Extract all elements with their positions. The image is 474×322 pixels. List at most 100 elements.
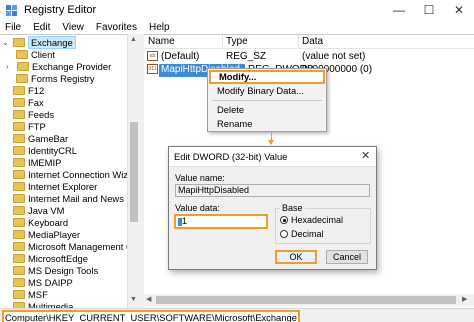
scroll-thumb[interactable] <box>156 296 456 304</box>
tree-item-label: F12 <box>28 85 45 96</box>
base-label: Base <box>280 203 305 213</box>
tree-item-label: Fax <box>28 97 44 108</box>
folder-icon <box>13 146 25 155</box>
radio-selected-icon[interactable] <box>280 216 288 224</box>
tree-vertical-scrollbar[interactable]: ▲ ▼ <box>127 34 139 308</box>
maximize-button[interactable]: ☐ <box>414 0 444 20</box>
column-data-header[interactable]: Data <box>302 36 323 47</box>
callout-arrow-icon <box>268 140 274 145</box>
scroll-left-arrow-icon[interactable]: ◀ <box>146 295 151 303</box>
tree-item-label: IMEMIP <box>28 157 62 168</box>
scroll-right-arrow-icon[interactable]: ▶ <box>462 295 467 303</box>
value-name: (Default) <box>161 51 200 62</box>
tree-item-label: Microsoft Management Console <box>28 241 140 252</box>
key-tree[interactable]: ⌄ Exchange Client › Exchange Provider Fo… <box>0 34 140 308</box>
folder-icon <box>13 218 25 227</box>
tree-item-label: Internet Mail and News <box>28 193 124 204</box>
radio-hexadecimal[interactable]: Hexadecimal <box>280 215 343 225</box>
open-folder-icon <box>13 38 25 47</box>
menu-help[interactable]: Help <box>149 22 170 33</box>
folder-icon <box>17 62 29 71</box>
radio-unselected-icon[interactable] <box>280 230 288 238</box>
folder-icon <box>13 278 25 287</box>
radio-label: Hexadecimal <box>291 215 344 225</box>
folder-icon <box>13 182 25 191</box>
menu-item-rename[interactable]: Rename <box>209 117 325 131</box>
ok-button[interactable]: OK <box>275 250 317 264</box>
folder-icon <box>13 254 25 263</box>
dword-value-icon: 011 <box>147 64 158 74</box>
tree-item-label: MS DAIPP <box>28 277 73 288</box>
registry-editor-icon <box>6 5 17 16</box>
column-type-header[interactable]: Type <box>226 36 248 47</box>
base-groupbox: Base Hexadecimal Decimal <box>275 203 371 244</box>
tree-item-label: Client <box>31 49 55 60</box>
folder-icon <box>13 194 25 203</box>
menu-file[interactable]: File <box>5 22 21 33</box>
menu-separator <box>212 100 322 101</box>
edit-dword-dialog: Edit DWORD (32-bit) Value ✕ Value name: … <box>168 146 377 270</box>
tree-item-label: FTP <box>28 121 46 132</box>
value-row[interactable]: ab (Default) REG_SZ (value not set) <box>144 51 474 64</box>
menu-item-modify-binary[interactable]: Modify Binary Data... <box>209 84 325 98</box>
value-type: REG_SZ <box>226 51 267 62</box>
folder-icon <box>13 134 25 143</box>
tree-item-label: MS Design Tools <box>28 265 99 276</box>
dialog-body: Value name: MapiHttpDisabled Value data:… <box>169 166 376 269</box>
tree-item-label: Exchange Provider <box>32 61 112 72</box>
dialog-close-button[interactable]: ✕ <box>361 149 370 162</box>
list-header: Name Type Data <box>144 35 474 49</box>
value-data-input[interactable]: 1 <box>174 214 268 229</box>
dialog-title: Edit DWORD (32-bit) Value <box>174 151 288 162</box>
column-divider[interactable] <box>298 35 299 49</box>
close-button[interactable]: ✕ <box>444 0 474 20</box>
tree-item-label: Internet Explorer <box>28 181 98 192</box>
tree-item-label: Forms Registry <box>31 73 95 84</box>
window-title: Registry Editor <box>24 4 97 16</box>
tree-item-label: MediaPlayer <box>28 229 81 240</box>
folder-icon <box>13 266 25 275</box>
folder-icon <box>13 206 25 215</box>
tree-item-label: Feeds <box>28 109 55 120</box>
cancel-button[interactable]: Cancel <box>326 250 368 264</box>
tree-item[interactable]: Multimedia <box>2 300 73 308</box>
folder-icon <box>16 74 28 83</box>
menu-favorites[interactable]: Favorites <box>96 22 137 33</box>
tree-item-label: MicrosoftEdge <box>28 253 88 264</box>
folder-icon <box>13 122 25 131</box>
column-name-header[interactable]: Name <box>148 36 175 47</box>
tree-item-label: IdentityCRL <box>28 145 77 156</box>
menu-bar: File Edit View Favorites Help <box>0 20 474 34</box>
scroll-down-arrow-icon[interactable]: ▼ <box>130 296 137 303</box>
scroll-thumb[interactable] <box>130 122 138 222</box>
expand-arrow-icon[interactable]: › <box>6 62 16 71</box>
folder-icon <box>13 242 25 251</box>
column-divider[interactable] <box>222 35 223 49</box>
value-data: (value not set) <box>302 51 366 62</box>
list-horizontal-scrollbar[interactable]: ◀ ▶ <box>144 294 474 306</box>
radio-label: Decimal <box>291 229 324 239</box>
menu-edit[interactable]: Edit <box>33 22 50 33</box>
menu-item-modify[interactable]: Modify... <box>209 70 325 84</box>
menu-item-delete[interactable]: Delete <box>209 103 325 117</box>
status-bar: Computer\HKEY_CURRENT_USER\SOFTWARE\Micr… <box>0 308 474 322</box>
context-menu: Modify... Modify Binary Data... Delete R… <box>207 68 327 132</box>
title-bar: Registry Editor — ☐ ✕ <box>0 0 474 20</box>
collapse-arrow-icon[interactable]: ⌄ <box>2 38 12 47</box>
menu-view[interactable]: View <box>62 22 84 33</box>
folder-icon <box>13 98 25 107</box>
value-name-field: MapiHttpDisabled <box>175 184 370 197</box>
tree-item-label: Java VM <box>28 205 65 216</box>
registry-path: Computer\HKEY_CURRENT_USER\SOFTWARE\Micr… <box>2 310 300 322</box>
folder-icon <box>13 158 25 167</box>
folder-icon <box>13 290 25 299</box>
tree-item-label: Multimedia <box>28 301 74 308</box>
tree-item-label: Internet Connection Wizard <box>28 169 140 180</box>
radio-decimal[interactable]: Decimal <box>280 229 324 239</box>
value-data-label: Value data: <box>175 203 220 213</box>
folder-icon <box>13 230 25 239</box>
scroll-up-arrow-icon[interactable]: ▲ <box>130 36 137 43</box>
folder-icon <box>13 170 25 179</box>
minimize-button[interactable]: — <box>384 0 414 20</box>
tree-item-label: GameBar <box>28 133 69 144</box>
